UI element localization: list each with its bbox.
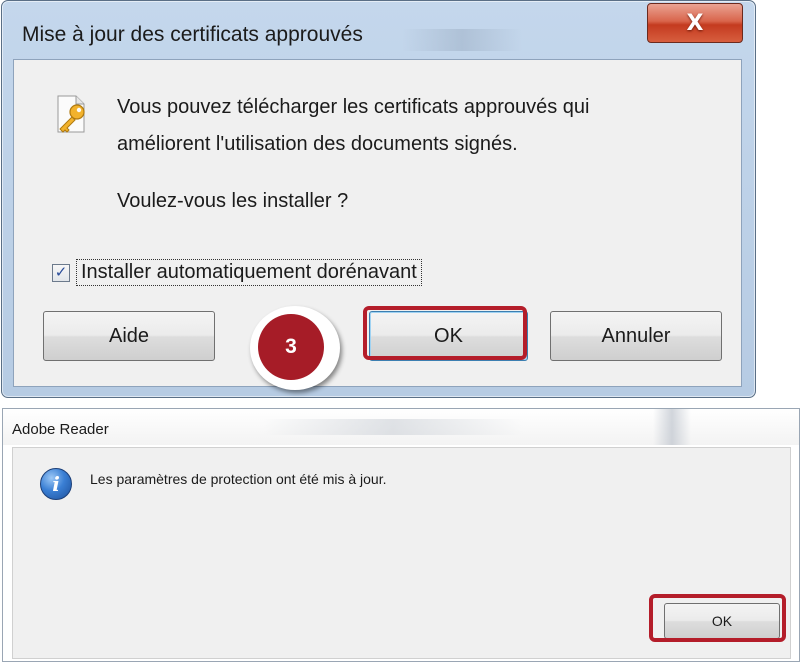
checkmark-icon: ✓: [54, 263, 68, 281]
background-window-edge-ghost: [653, 409, 691, 445]
background-window-title-ghost: [263, 419, 523, 435]
close-icon: X: [686, 10, 704, 36]
info-icon: i: [40, 468, 72, 500]
cancel-button[interactable]: Annuler: [550, 311, 722, 361]
ok-button-highlight: [649, 594, 786, 642]
auto-install-label[interactable]: Installer automatiquement dorénavant: [76, 259, 422, 286]
close-button[interactable]: X: [647, 3, 743, 43]
step-number: 3: [258, 314, 324, 380]
auto-install-checkbox[interactable]: ✓: [52, 263, 70, 282]
certificate-message: Vous pouvez télécharger les certificats …: [117, 89, 590, 163]
dialog-title: Adobe Reader: [12, 421, 109, 438]
step-badge: 3: [250, 306, 340, 390]
ok-button-highlight: [363, 306, 527, 360]
protection-message: Les paramètres de protection ont été mis…: [90, 471, 387, 487]
message-line-2: améliorent l'utilisation des documents s…: [117, 133, 518, 155]
title-bar: Adobe Reader: [3, 409, 799, 445]
message-line-1: Vous pouvez télécharger les certificats …: [117, 96, 590, 118]
install-question: Voulez-vous les installer ?: [117, 190, 349, 212]
auto-install-checkbox-row[interactable]: ✓ Installer automatiquement dorénavant: [52, 259, 422, 286]
help-button[interactable]: Aide: [43, 311, 215, 361]
dialog-title: Mise à jour des certificats approuvés: [22, 23, 363, 46]
key-icon: [57, 95, 85, 133]
background-window-title-ghost: [402, 29, 522, 51]
